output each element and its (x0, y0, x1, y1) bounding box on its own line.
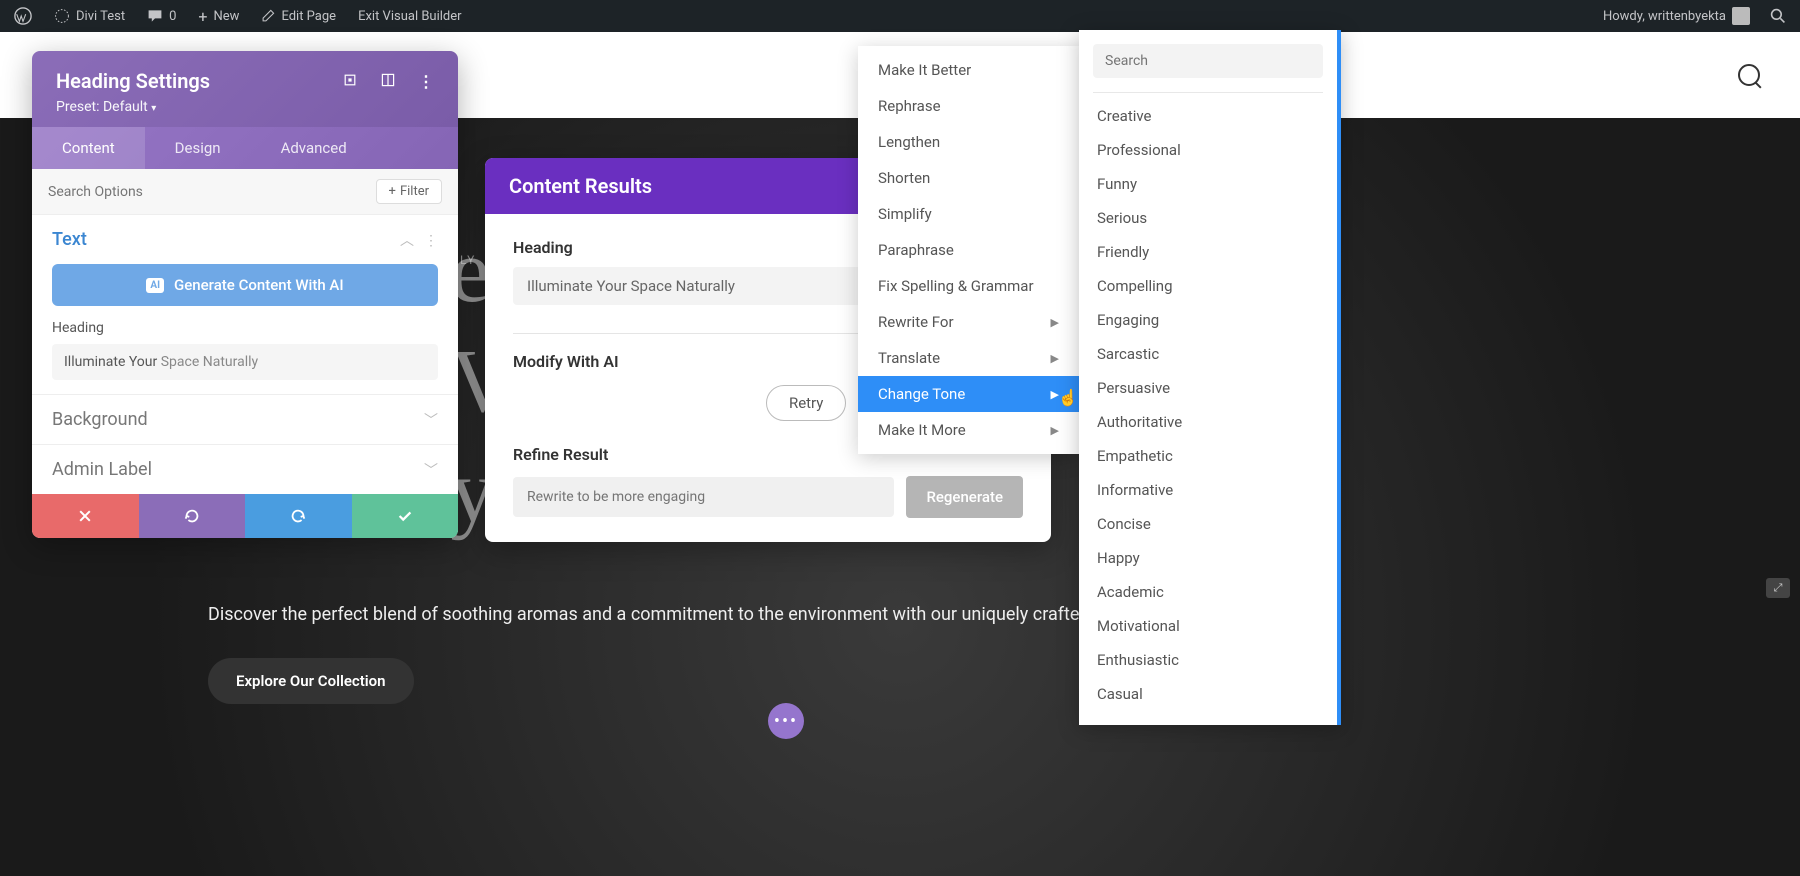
dd1-rewrite-for[interactable]: Rewrite For▶ (858, 304, 1079, 340)
adminbar-search-icon[interactable] (1766, 0, 1790, 32)
tone-funny[interactable]: Funny (1093, 167, 1323, 201)
wp-admin-bar: Divi Test 0 +New Edit Page Exit Visual B… (0, 0, 1800, 32)
tone-search-input[interactable] (1093, 44, 1323, 78)
hero-cta-button[interactable]: Explore Our Collection (208, 658, 414, 704)
tab-content[interactable]: Content (32, 127, 145, 169)
retry-button[interactable]: Retry (766, 385, 846, 421)
dd1-make-it-more[interactable]: Make It More▶ (858, 412, 1079, 448)
tone-serious[interactable]: Serious (1093, 201, 1323, 235)
regenerate-button[interactable]: Regenerate (906, 476, 1023, 518)
heading-field-label: Heading (52, 320, 438, 336)
tone-submenu: Creative Professional Funny Serious Frie… (1079, 30, 1341, 725)
dd1-fix-spelling[interactable]: Fix Spelling & Grammar (858, 268, 1079, 304)
dd1-translate[interactable]: Translate▶ (858, 340, 1079, 376)
tone-professional[interactable]: Professional (1093, 133, 1323, 167)
tone-friendly[interactable]: Friendly (1093, 235, 1323, 269)
tone-empathetic[interactable]: Empathetic (1093, 439, 1323, 473)
section-background[interactable]: Background (52, 409, 148, 430)
tone-persuasive[interactable]: Persuasive (1093, 371, 1323, 405)
tone-motivational[interactable]: Motivational (1093, 609, 1323, 643)
more-icon[interactable]: ⋮ (418, 72, 434, 91)
cancel-button[interactable] (32, 494, 139, 538)
dd1-change-tone[interactable]: Change Tone▶ (858, 376, 1079, 412)
columns-icon[interactable] (380, 72, 396, 91)
dd1-lengthen[interactable]: Lengthen (858, 124, 1079, 160)
heading-settings-panel: Heading Settings ⋮ Preset: Default ▾ Con… (32, 51, 458, 538)
save-button[interactable] (352, 494, 459, 538)
chevron-right-icon: ▶ (1051, 388, 1059, 401)
dd1-simplify[interactable]: Simplify (858, 196, 1079, 232)
divi-fab-button[interactable]: ••• (768, 703, 804, 739)
redo-button[interactable] (245, 494, 352, 538)
tone-casual[interactable]: Casual (1093, 677, 1323, 711)
undo-button[interactable] (139, 494, 246, 538)
avatar (1732, 7, 1750, 25)
chevron-up-icon[interactable]: ︿ (400, 233, 414, 249)
chevron-right-icon: ▶ (1051, 352, 1059, 365)
filter-button[interactable]: +Filter (376, 179, 442, 204)
exit-vb-link[interactable]: Exit Visual Builder (354, 0, 465, 32)
tone-informative[interactable]: Informative (1093, 473, 1323, 507)
dd1-rephrase[interactable]: Rephrase (858, 88, 1079, 124)
preset-selector[interactable]: Preset: Default ▾ (56, 99, 434, 115)
chevron-down-icon[interactable]: ﹀ (424, 460, 438, 480)
tone-creative[interactable]: Creative (1093, 99, 1323, 133)
tone-sarcastic[interactable]: Sarcastic (1093, 337, 1323, 371)
tone-authoritative[interactable]: Authoritative (1093, 405, 1323, 439)
dd1-shorten[interactable]: Shorten (858, 160, 1079, 196)
heading-field-input[interactable]: Illuminate Your Space Naturally (52, 344, 438, 380)
tone-compelling[interactable]: Compelling (1093, 269, 1323, 303)
refine-input[interactable] (513, 477, 894, 517)
chevron-right-icon: ▶ (1051, 424, 1059, 437)
tab-advanced[interactable]: Advanced (251, 127, 377, 169)
dd1-make-it-better[interactable]: Make It Better (858, 52, 1079, 88)
search-options-input[interactable] (48, 184, 248, 200)
tone-academic[interactable]: Academic (1093, 575, 1323, 609)
section-admin-label[interactable]: Admin Label (52, 459, 152, 480)
wp-logo[interactable] (10, 0, 36, 32)
tone-concise[interactable]: Concise (1093, 507, 1323, 541)
site-name[interactable]: Divi Test (50, 0, 129, 32)
panel-title: Heading Settings (56, 69, 210, 93)
generate-ai-button[interactable]: AIGenerate Content With AI (52, 264, 438, 306)
tone-happy[interactable]: Happy (1093, 541, 1323, 575)
section-more-icon[interactable]: ⋮ (424, 233, 438, 249)
improve-ai-dropdown: Make It Better Rephrase Lengthen Shorten… (858, 46, 1079, 454)
tab-design[interactable]: Design (145, 127, 251, 169)
hero-description: Discover the perfect blend of soothing a… (208, 604, 1161, 625)
edit-page-link[interactable]: Edit Page (257, 0, 340, 32)
corner-expand-icon[interactable]: ⤢ (1766, 578, 1790, 598)
new-link[interactable]: +New (194, 0, 243, 32)
chevron-down-icon[interactable]: ﹀ (424, 410, 438, 430)
tone-engaging[interactable]: Engaging (1093, 303, 1323, 337)
section-text[interactable]: Text (52, 229, 87, 250)
expand-icon[interactable] (342, 72, 358, 91)
chevron-right-icon: ▶ (1051, 316, 1059, 329)
dd1-paraphrase[interactable]: Paraphrase (858, 232, 1079, 268)
ai-badge-icon: AI (146, 278, 164, 293)
howdy-user[interactable]: Howdy, writtenbyekta (1599, 0, 1754, 32)
tone-enthusiastic[interactable]: Enthusiastic (1093, 643, 1323, 677)
header-search-icon[interactable] (1738, 64, 1760, 86)
comments-link[interactable]: 0 (143, 0, 180, 32)
